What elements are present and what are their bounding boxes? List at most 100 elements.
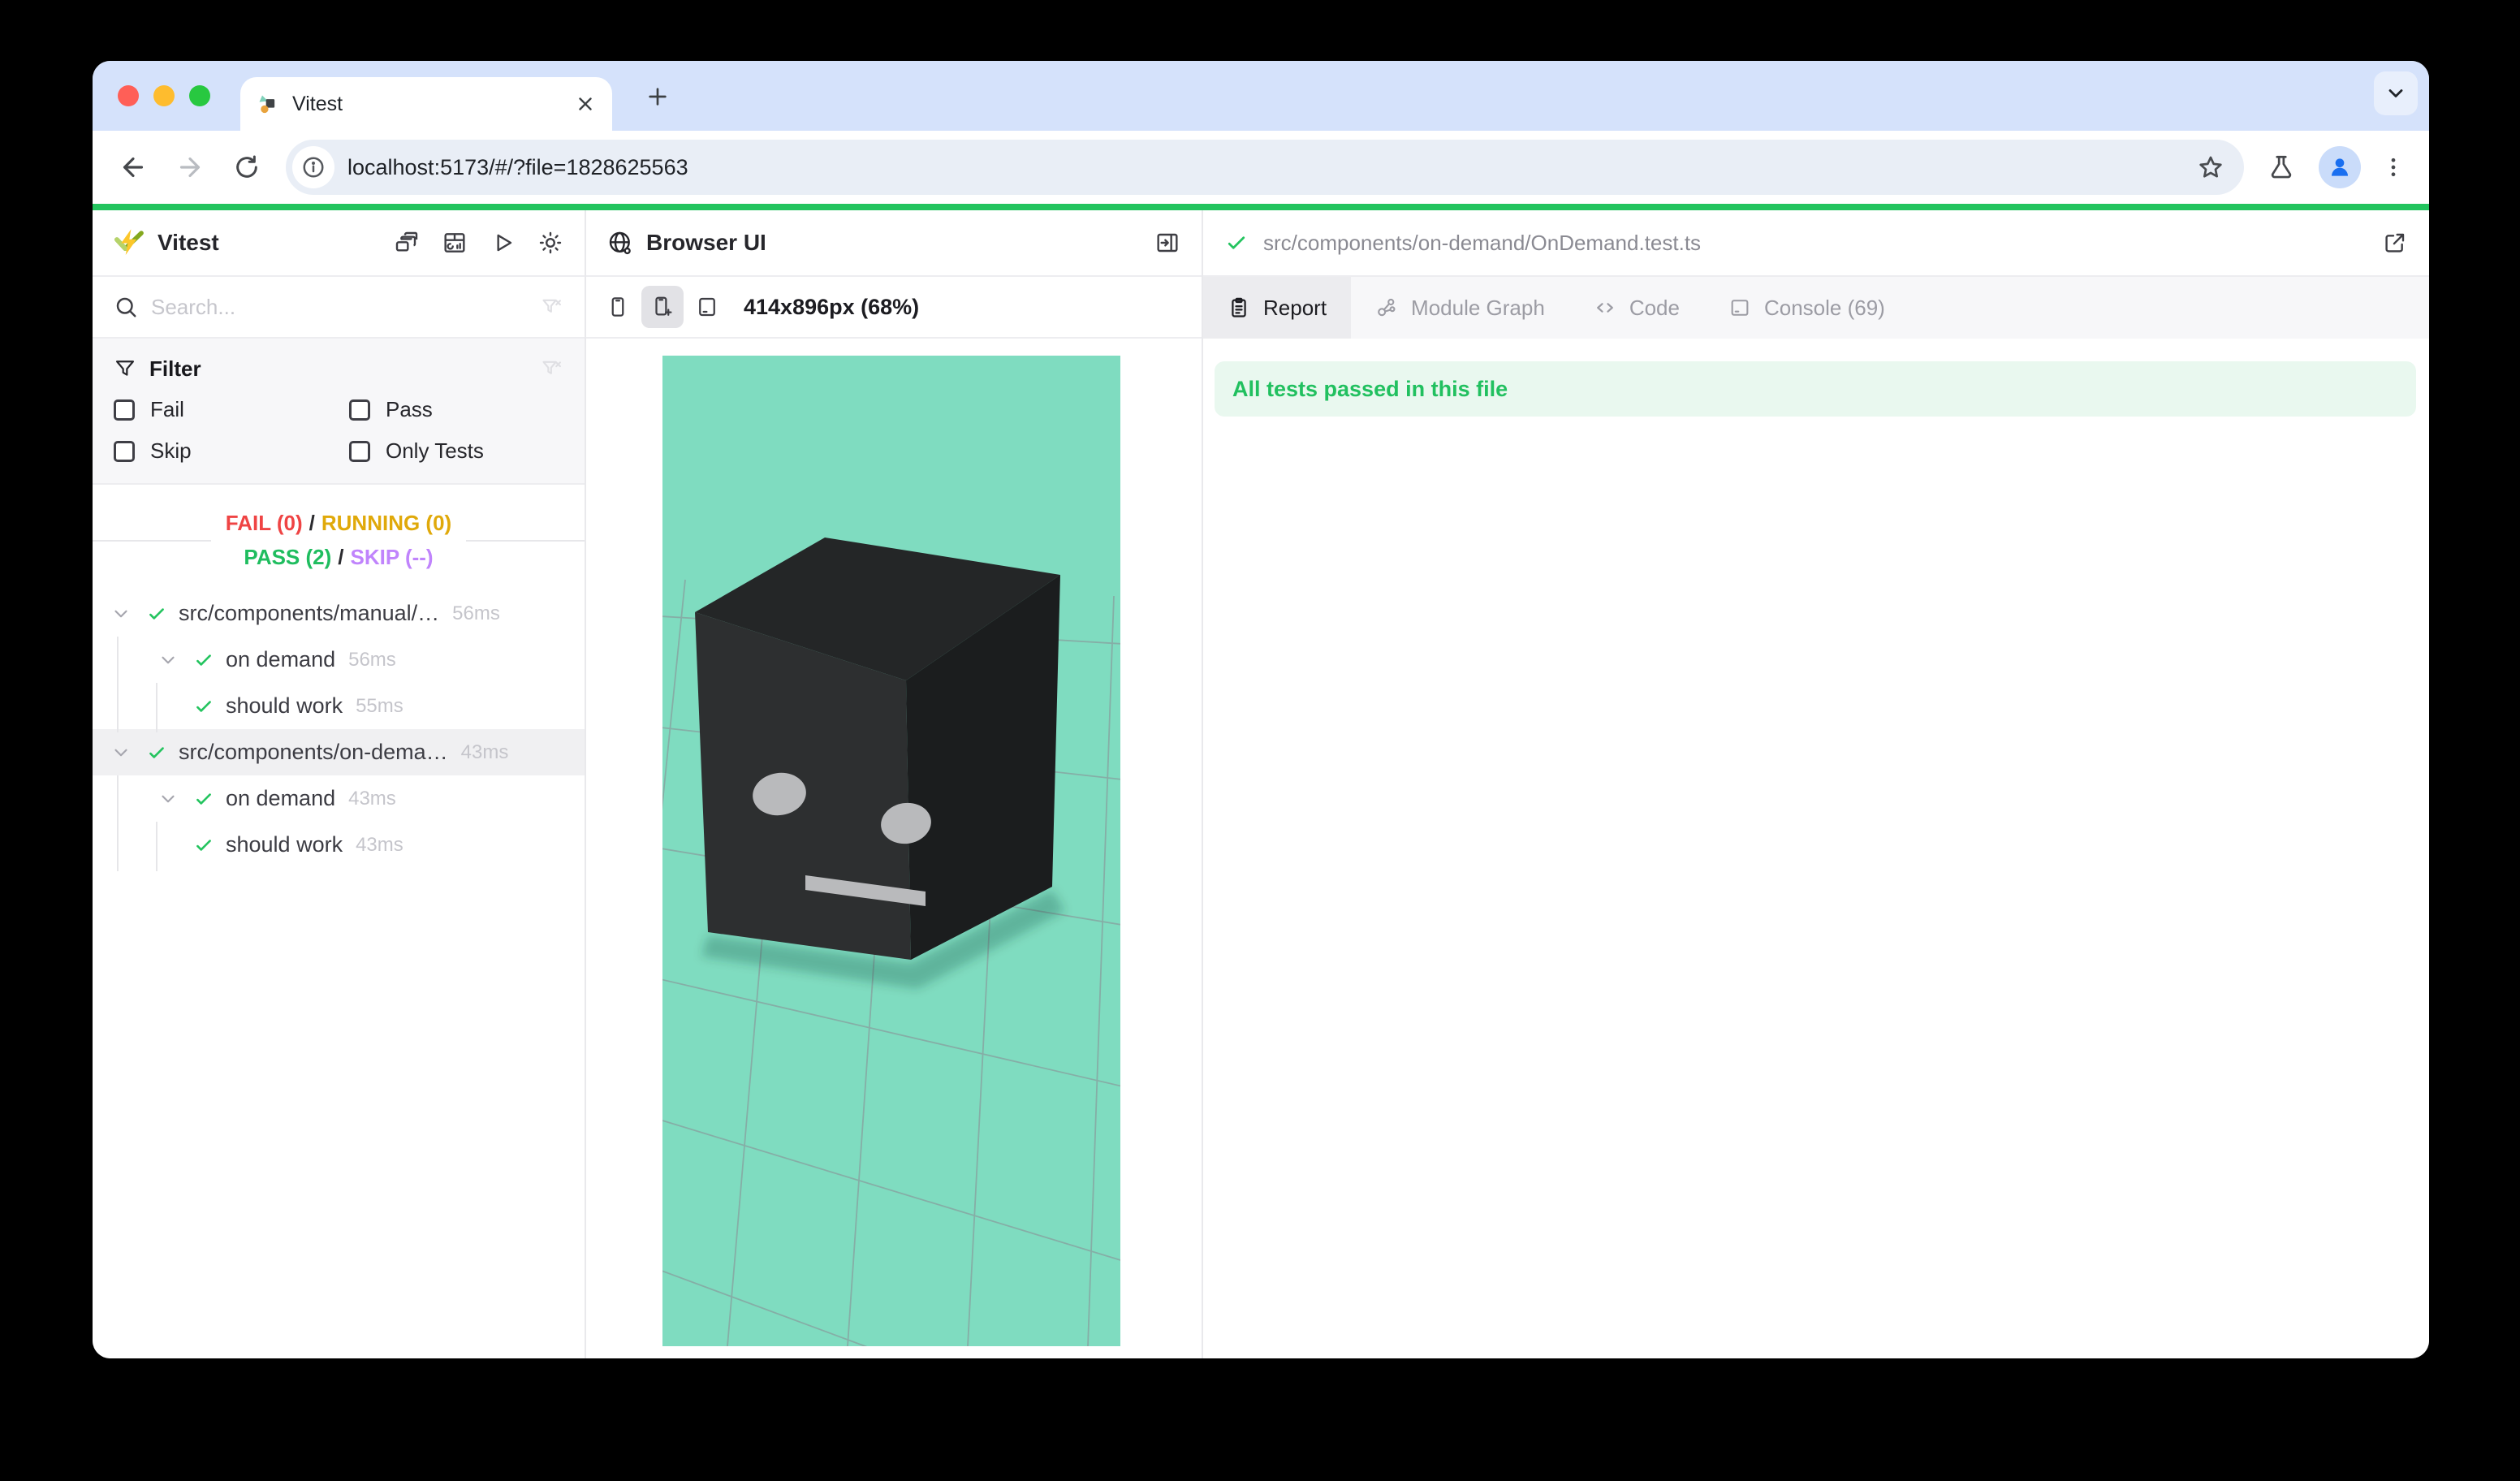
url-text[interactable]: localhost:5173/#/?file=1828625563 [347, 155, 688, 180]
tab-report[interactable]: Report [1203, 277, 1351, 339]
pass-check-icon [193, 788, 214, 810]
preview-area [586, 339, 1202, 1358]
chevron-down-icon[interactable] [158, 650, 179, 671]
url-toolbar: localhost:5173/#/?file=1828625563 [93, 131, 2429, 204]
chevron-down-icon[interactable] [110, 742, 132, 763]
pass-check-icon [193, 835, 214, 856]
checkbox[interactable] [114, 399, 135, 421]
tablet-icon[interactable] [695, 295, 719, 319]
browser-menu-icon[interactable] [2375, 155, 2411, 179]
bookmark-star-icon[interactable] [2197, 153, 2224, 181]
close-tab-icon[interactable] [575, 93, 596, 114]
test-suite-row[interactable]: on demand 56ms [93, 637, 585, 683]
test-file-path: src/components/on-demand/OnDemand.test.t… [1263, 231, 1701, 256]
back-button[interactable] [110, 145, 156, 190]
checkbox[interactable] [114, 441, 135, 462]
phone-portrait-icon[interactable] [606, 295, 630, 319]
filter-option-fail[interactable]: Fail [114, 397, 349, 422]
tab-search-button[interactable] [2374, 71, 2418, 115]
threejs-scene [662, 356, 1120, 1346]
checkbox[interactable] [349, 399, 370, 421]
test-duration: 55ms [356, 695, 403, 718]
viewport-size-label: 414x896px (68%) [744, 295, 919, 320]
results-panel: src/components/on-demand/OnDemand.test.t… [1203, 210, 2429, 1358]
fail-count: FAIL (0) [226, 511, 303, 535]
sidebar-header: Vitest [93, 210, 585, 277]
test-duration: 43ms [348, 788, 396, 810]
test-file-label: src/components/manual/… [179, 601, 439, 626]
filter-title: Filter [149, 356, 201, 382]
fullscreen-window-button[interactable] [189, 85, 210, 106]
test-duration: 56ms [348, 649, 396, 671]
dock-panel-right-icon[interactable] [1154, 230, 1180, 256]
tab-console[interactable]: Console (69) [1704, 277, 1909, 339]
reload-button[interactable] [224, 145, 270, 190]
open-external-icon[interactable] [2382, 230, 2408, 256]
test-duration: 43ms [461, 741, 509, 764]
filter-option-pass[interactable]: Pass [349, 397, 563, 422]
phone-preset-active-button[interactable] [641, 286, 684, 328]
browser-window: Vitest localhost:5173/#/?file=1828625563 [93, 61, 2429, 1358]
experiments-flask-icon[interactable] [2259, 153, 2304, 181]
filter-option-skip[interactable]: Skip [114, 438, 349, 464]
pass-check-icon [193, 696, 214, 717]
test-tree: src/components/manual/… 56ms on demand 5… [93, 590, 585, 868]
report-layout-icon[interactable] [442, 230, 468, 256]
test-viewport[interactable] [662, 356, 1120, 1346]
test-file-label: src/components/on-dema… [179, 740, 448, 765]
tab-module-graph[interactable]: Module Graph [1351, 277, 1569, 339]
app-name: Vitest [158, 230, 219, 256]
filter-panel: Filter Fail Pass [93, 339, 585, 485]
test-suite-label: on demand [226, 647, 335, 672]
search-row [93, 277, 585, 339]
url-bar[interactable]: localhost:5173/#/?file=1828625563 [286, 140, 2244, 195]
results-header: src/components/on-demand/OnDemand.test.t… [1203, 210, 2429, 277]
test-suite-row[interactable]: on demand 43ms [93, 775, 585, 822]
search-icon [114, 295, 138, 319]
search-input[interactable] [151, 295, 541, 320]
vitest-logo [114, 227, 145, 258]
test-file-row-selected[interactable]: src/components/on-dema… 43ms [93, 729, 585, 775]
browser-tab[interactable]: Vitest [240, 77, 612, 131]
preview-title: Browser UI [646, 230, 766, 256]
dashboard-windows-icon[interactable] [394, 230, 420, 256]
run-all-play-icon[interactable] [490, 230, 516, 256]
pass-check-icon [146, 742, 167, 763]
site-info-icon[interactable] [292, 146, 334, 188]
test-file-row[interactable]: src/components/manual/… 56ms [93, 590, 585, 637]
test-counts: FAIL (0)/RUNNING (0) PASS (2)/SKIP (--) [93, 506, 585, 574]
test-case-row[interactable]: should work 55ms [93, 683, 585, 729]
filter-option-only-tests[interactable]: Only Tests [349, 438, 563, 464]
pass-check-icon [193, 650, 214, 671]
test-duration: 56ms [452, 602, 500, 625]
sidebar: Vitest [93, 210, 586, 1358]
banner-message: All tests passed in this file [1232, 377, 1508, 402]
filter-funnel-icon [114, 357, 136, 380]
test-case-label: should work [226, 693, 343, 719]
preview-header: Browser UI [586, 210, 1202, 277]
chevron-down-icon[interactable] [110, 603, 132, 624]
clear-filters-icon[interactable] [541, 357, 563, 380]
traffic-lights [118, 61, 210, 131]
skip-count: SKIP (--) [351, 545, 434, 569]
progress-bar [93, 204, 2429, 210]
pass-check-icon [146, 603, 167, 624]
new-tab-button[interactable] [635, 74, 680, 119]
chevron-down-icon[interactable] [158, 788, 179, 810]
close-window-button[interactable] [118, 85, 139, 106]
vitest-favicon [257, 93, 279, 115]
file-pass-check-icon [1224, 231, 1249, 255]
clear-search-filter-icon[interactable] [541, 296, 563, 318]
running-count: RUNNING (0) [321, 511, 451, 535]
test-case-row[interactable]: should work 43ms [93, 822, 585, 868]
tab-code[interactable]: Code [1569, 277, 1704, 339]
globe-icon [607, 230, 633, 256]
test-case-label: should work [226, 832, 343, 857]
forward-button[interactable] [167, 145, 213, 190]
vitest-page: Vitest [93, 204, 2429, 1358]
minimize-window-button[interactable] [153, 85, 175, 106]
checkbox[interactable] [349, 441, 370, 462]
theme-sun-icon[interactable] [537, 230, 563, 256]
browser-preview-panel: Browser UI 414x896px (68%) [586, 210, 1203, 1358]
profile-avatar[interactable] [2319, 146, 2361, 188]
